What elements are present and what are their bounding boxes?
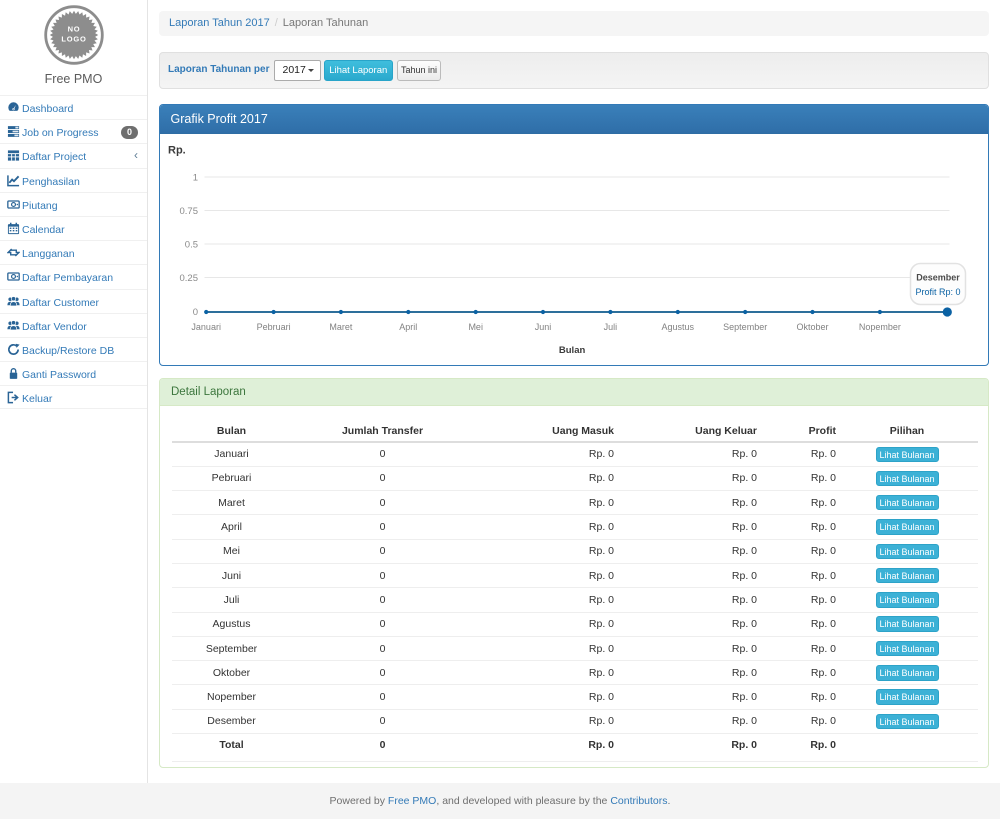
svg-text:Maret: Maret [329,322,353,332]
svg-text:0.25: 0.25 [180,272,199,283]
svg-text:1: 1 [193,172,198,183]
svg-text:NO: NO [67,24,80,33]
svg-text:Profit Rp: 0: Profit Rp: 0 [915,287,960,297]
svg-text:September: September [723,322,767,332]
svg-text:Nopember: Nopember [859,322,901,332]
svg-text:April: April [399,322,417,332]
svg-text:Rp.: Rp. [168,144,186,156]
svg-text:0.75: 0.75 [180,205,199,216]
svg-text:Bulan: Bulan [559,344,586,355]
svg-text:Oktober: Oktober [796,322,828,332]
svg-text:LOGO: LOGO [61,34,86,43]
svg-text:0: 0 [193,306,198,317]
svg-text:Desember: Desember [916,272,960,282]
svg-text:0.5: 0.5 [185,239,198,250]
svg-text:Juni: Juni [535,322,552,332]
svg-text:Pebruari: Pebruari [257,322,291,332]
svg-text:Juli: Juli [604,322,618,332]
svg-text:Mei: Mei [468,322,483,332]
svg-text:Januari: Januari [191,322,221,332]
svg-text:Agustus: Agustus [662,322,695,332]
